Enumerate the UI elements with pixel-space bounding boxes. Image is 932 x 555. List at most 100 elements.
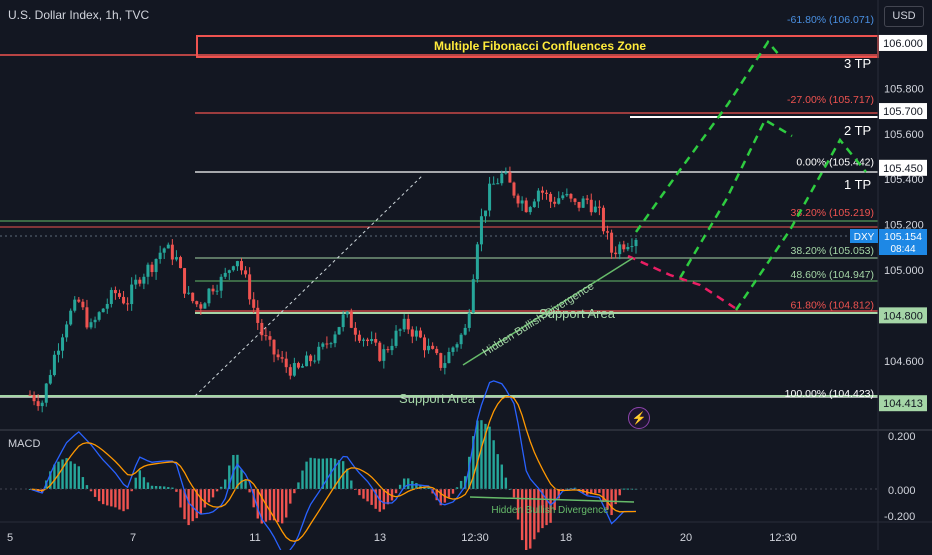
fib-label-2: 0.00% (105.442) [796,157,874,169]
candle-body [256,307,260,323]
candle-body [589,199,593,213]
candle-body [81,301,85,308]
candle-body [398,329,402,331]
currency-button[interactable]: USD [884,6,924,27]
macd-hist-bar [102,489,105,505]
macd-hist-bar [142,477,146,489]
candle-body [549,193,553,202]
macd-hist-bar [447,489,451,498]
candle-body [418,330,422,338]
fib-label-4: 38.20% (105.053) [791,245,874,257]
candle-body [138,279,142,284]
candle-body [48,375,52,384]
candle-body [170,244,174,260]
macd-hist-bar [500,464,503,489]
candle-body [512,182,516,196]
candle-body [443,363,447,368]
price-chart[interactable]: Multiple Fibonacci Confluences Zone -61.… [0,0,932,555]
price-badge-text-3: 104.800 [883,310,923,322]
candle-body [235,261,239,267]
candle-body [239,261,243,271]
candle-body [146,264,150,277]
macd-hist-bar [602,489,605,502]
x-tick-label: 18 [560,532,572,544]
fib-label-1: -27.00% (105.717) [787,94,874,106]
candle-body [211,288,215,292]
candle-body [553,201,557,204]
macd-hist-bar [309,457,312,489]
candle-body [296,363,300,368]
macd-hist-bar [138,470,142,489]
macd-hist-bar [289,489,292,504]
candle-body [536,190,540,202]
candle-body [252,299,256,308]
macd-hist-bar [293,489,296,494]
candle-body [626,246,630,250]
candle-body [272,339,276,355]
candle-body [451,347,455,352]
candle-body [447,351,451,364]
x-tick-label: 12:30 [461,532,489,544]
candle-body [32,394,36,402]
candle-body [223,272,227,277]
candle-body [492,183,496,185]
candle-body [178,257,182,269]
candle-body [85,307,89,328]
candle-body [378,342,382,361]
macd-hist-bar [529,489,532,549]
x-tick-label: 12:30 [769,532,797,544]
macd-hist-bar [459,480,463,489]
tp1-label: 1 TP [844,177,871,192]
candle-body [341,314,345,328]
lightning-icon[interactable]: ⚡ [628,407,650,429]
macd-hist-bar [134,477,137,489]
candle-body [227,270,231,273]
candle-body [496,183,500,185]
macd-hist-bar [358,489,361,496]
candle-body [504,172,508,174]
macd-hist-bar [126,489,129,510]
candle-body [61,337,65,351]
candle-body [288,367,292,376]
candle-body [248,274,252,300]
current-price-symbol: DXY [854,232,875,243]
candle-body [630,246,634,248]
candle-body [195,301,199,305]
candle-body [427,345,431,351]
macd-hist-bar [618,489,621,496]
candle-body [414,330,418,337]
candle-body [374,339,378,343]
macd-hist-bar [317,458,320,489]
candle-body [593,206,597,213]
candle-body [610,232,614,253]
candle-body [309,355,313,362]
macd-hist-bar [248,489,251,493]
candle-body [435,348,439,354]
macd-hist-bar [73,463,76,489]
candle-body [65,324,69,338]
candle-body [557,198,561,204]
candle-body [585,198,589,200]
macd-tick-1: 0.000 [888,485,916,497]
macd-hist-bar [69,461,72,489]
macd-hist-bar [280,489,284,524]
macd-hist-bar [398,484,402,489]
candle-body [459,334,463,345]
candle-body [134,279,138,285]
macd-hist-bar [199,489,203,515]
candle-body [93,319,97,323]
candle-body [357,334,361,341]
fib-label-5: 48.60% (104.947) [791,269,874,281]
candle-body [439,353,443,368]
candle-body [475,244,479,280]
x-tick-label: 5 [7,532,13,544]
x-tick-label: 11 [249,532,260,544]
macd-hist-bar [488,426,491,489]
candle-body [191,292,195,302]
candle-body [362,339,366,341]
candle-body [366,339,370,342]
candle-body [28,394,32,396]
confluence-zone-label: Multiple Fibonacci Confluences Zone [434,39,646,53]
macd-hist-bar [492,440,495,489]
macd-hist-bar [350,480,353,489]
